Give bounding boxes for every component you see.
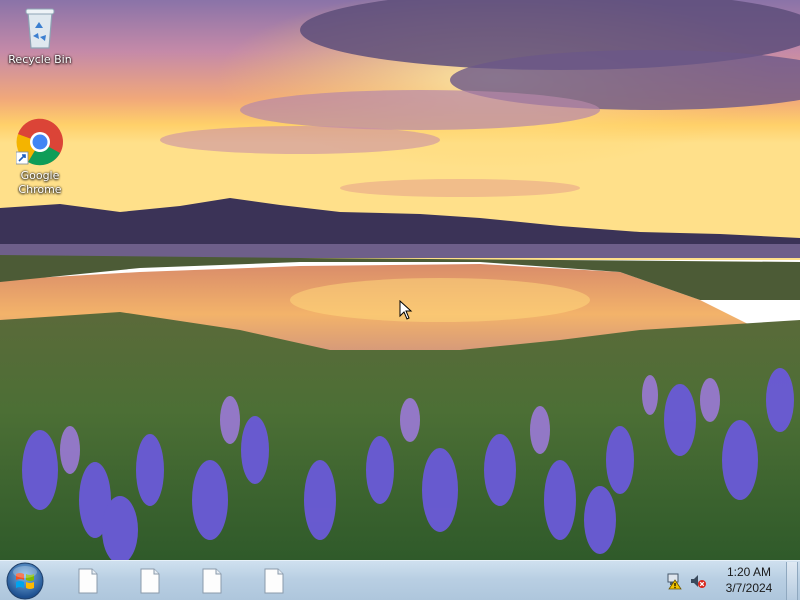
taskbar: 1:20 AM 3/7/2024 [0,560,800,600]
blank-document-icon [202,568,222,594]
chrome-icon [16,118,63,166]
wallpaper-landscape [0,0,800,560]
recycle-bin-icon [25,8,55,49]
taskbar-item-document-3[interactable] [198,567,226,595]
volume-muted-icon[interactable] [689,572,707,590]
system-clock[interactable]: 1:20 AM 3/7/2024 [716,564,782,598]
desktop-icon-google-chrome[interactable]: Google Chrome [4,118,76,197]
desktop-icon-label: Google Chrome [18,169,62,196]
blank-document-icon [264,568,284,594]
desktop[interactable]: Recycle Bin Google Chrome [0,0,800,560]
desktop-icon-recycle-bin[interactable]: Recycle Bin [4,6,76,67]
mouse-cursor-icon [399,300,413,320]
show-desktop-button[interactable] [786,562,798,600]
clock-time: 1:20 AM [726,565,772,579]
taskbar-item-document-2[interactable] [136,567,164,595]
blank-document-icon [78,568,98,594]
blank-document-icon [140,568,160,594]
start-button[interactable] [6,562,44,600]
taskbar-item-document-1[interactable] [74,567,102,595]
desktop-icon-label: Recycle Bin [8,53,72,66]
network-warning-icon[interactable] [665,572,683,590]
taskbar-item-document-4[interactable] [260,567,288,595]
clock-date: 3/7/2024 [725,581,773,595]
